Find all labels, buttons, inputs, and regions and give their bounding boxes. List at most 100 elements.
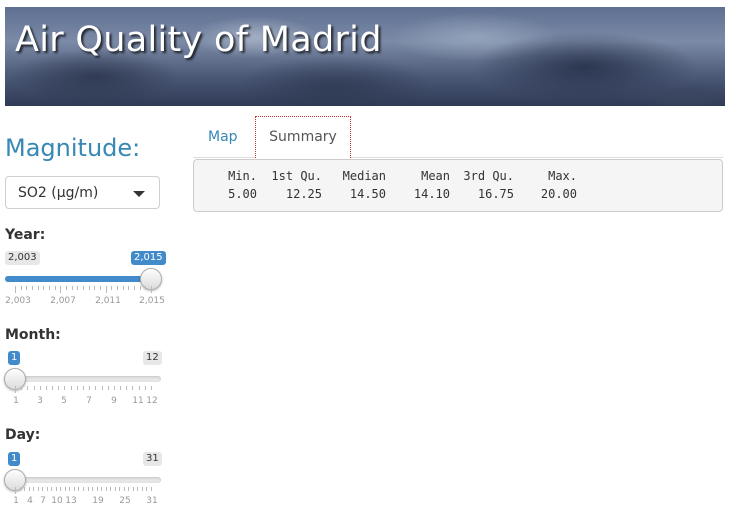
day-tick-mark: [19, 487, 21, 491]
day-tick-label: 7: [40, 496, 46, 506]
year-tick-label: 2,011: [95, 296, 121, 306]
day-tick-label: 25: [119, 496, 131, 506]
year-slider-ticks: [5, 286, 161, 294]
year-tick-mark: [94, 286, 96, 290]
day-tick-mark: [119, 487, 121, 491]
month-tick-mark: [70, 386, 72, 390]
tab-summary[interactable]: Summary: [255, 116, 351, 158]
year-tick-mark: [100, 286, 101, 290]
year-tick-mark: [26, 286, 28, 290]
day-tick-mark: [37, 487, 39, 491]
day-tick-label: 4: [27, 496, 33, 506]
year-min-badge: 2,003: [5, 251, 40, 265]
day-tick-mark: [78, 487, 80, 491]
magnitude-select[interactable]: SO2 (µg/m): [5, 176, 160, 209]
year-slider-fill: [5, 276, 151, 282]
year-tick-mark: [15, 286, 16, 293]
month-slider-ticks: [5, 386, 161, 394]
day-tick-mark: [42, 487, 44, 491]
month-tick-mark: [107, 386, 109, 390]
month-tick-mark: [83, 386, 84, 390]
month-tick-mark: [95, 386, 97, 390]
day-value-badge: 1: [8, 452, 21, 466]
year-tick-mark: [111, 286, 113, 290]
year-tick-mark: [128, 286, 130, 290]
summary-header-median: Median: [342, 169, 386, 183]
summary-header-q3: 3rd Qu.: [463, 169, 514, 183]
summary-header-max: Max.: [548, 169, 577, 183]
day-tick-mark: [46, 487, 48, 491]
day-tick-mark: [60, 487, 62, 491]
month-tick-mark: [39, 386, 41, 390]
summary-value-median: 14.50: [349, 187, 386, 201]
month-tick-mark: [33, 386, 35, 390]
day-max-badge: 31: [143, 452, 162, 466]
day-tick-label: 10: [51, 496, 63, 506]
summary-header-q1: 1st Qu.: [271, 169, 322, 183]
month-tick-mark: [89, 386, 91, 390]
summary-value-min: 5.00: [228, 187, 257, 201]
year-tick-mark: [151, 286, 152, 293]
day-tick-mark: [64, 487, 66, 491]
year-tick-mark: [117, 286, 118, 290]
tab-map[interactable]: Map: [193, 118, 253, 158]
month-tick-mark: [101, 386, 103, 390]
year-tick-mark: [37, 286, 39, 290]
day-slider-track[interactable]: [5, 477, 161, 483]
year-tick-mark: [134, 286, 135, 290]
day-tick-mark: [110, 487, 112, 491]
year-tick-mark: [71, 286, 73, 290]
day-tick-mark: [105, 487, 107, 491]
summary-value-q3: 16.75: [477, 187, 514, 201]
day-tick-mark: [69, 487, 71, 491]
magnitude-label: Magnitude:: [5, 134, 141, 162]
day-tick-mark: [24, 487, 26, 491]
year-tick-mark: [88, 286, 90, 290]
month-tick-mark: [144, 386, 146, 390]
day-tick-mark: [123, 487, 125, 491]
year-slider-track[interactable]: [5, 276, 161, 282]
month-tick-mark: [132, 386, 134, 390]
month-tick-mark: [126, 386, 128, 390]
day-tick-mark: [137, 487, 139, 491]
month-tick-mark: [45, 386, 47, 390]
day-tick-label: 13: [65, 496, 77, 506]
month-tick-label: 1: [13, 396, 19, 406]
month-tick-mark: [151, 386, 152, 390]
day-tick-mark: [33, 487, 35, 491]
day-tick-mark: [51, 487, 53, 491]
day-tick-mark: [83, 487, 84, 491]
month-value-badge: 1: [8, 351, 21, 365]
month-slider-track[interactable]: [5, 376, 161, 382]
year-tick-label: 2,007: [50, 296, 76, 306]
year-tick-mark: [77, 286, 79, 290]
header-banner: Air Quality of Madrid: [5, 7, 725, 106]
year-tick-mark: [54, 286, 56, 290]
day-tick-mark: [114, 487, 116, 491]
day-tick-mark: [146, 487, 148, 491]
year-label: Year:: [5, 227, 46, 243]
month-tick-label: 7: [86, 396, 92, 406]
year-tick-mark: [20, 286, 22, 290]
day-tick-mark: [28, 487, 30, 491]
year-tick-mark: [105, 286, 107, 293]
year-tick-mark: [43, 286, 45, 290]
day-tick-mark: [15, 487, 16, 494]
day-tick-label: 19: [92, 496, 104, 506]
month-tick-mark: [113, 386, 115, 390]
year-tick-label: 2,015: [139, 296, 165, 306]
day-tick-mark: [132, 487, 134, 491]
month-tick-mark: [15, 386, 16, 393]
month-label: Month:: [5, 327, 61, 343]
month-max-badge: 12: [143, 351, 162, 365]
magnitude-selected-value: SO2 (µg/m): [18, 185, 99, 201]
month-tick-mark: [64, 386, 66, 390]
month-tick-mark: [76, 386, 78, 390]
day-tick-label: 1: [13, 496, 19, 506]
page-title: Air Quality of Madrid: [15, 20, 382, 60]
month-tick-label: 11: [132, 396, 144, 406]
year-value-badge: 2,015: [131, 251, 166, 265]
day-slider-ticks: [5, 487, 161, 495]
day-tick-mark: [101, 487, 103, 491]
day-tick-mark: [87, 487, 89, 491]
